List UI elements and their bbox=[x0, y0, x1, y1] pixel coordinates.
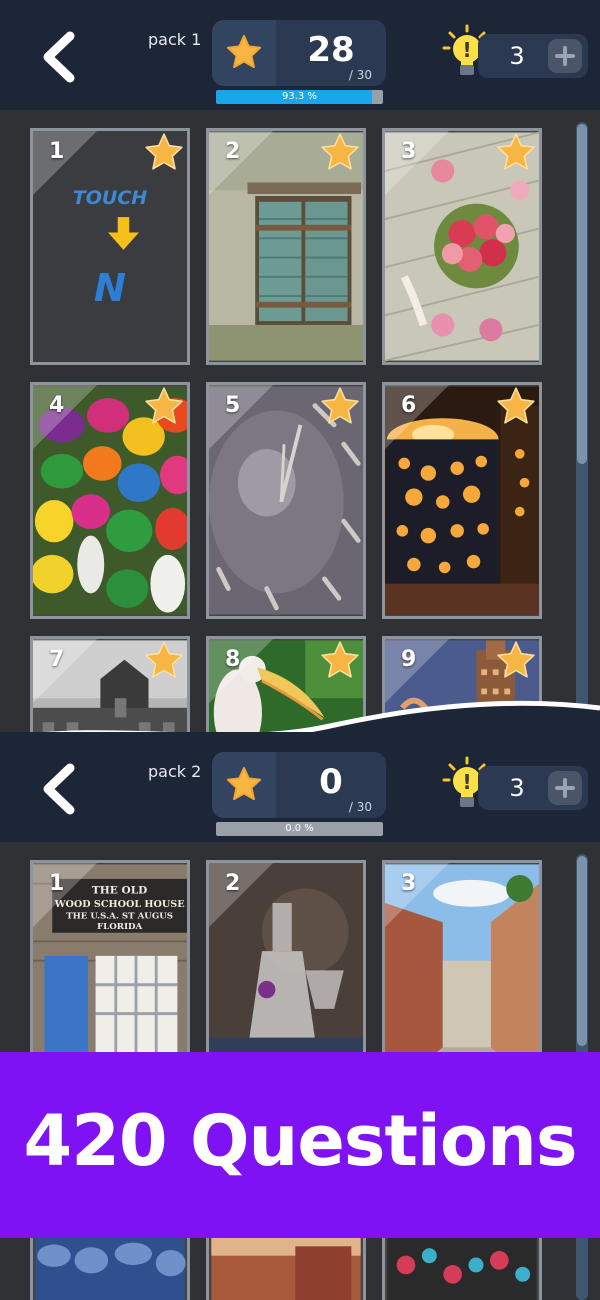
sign-line: THE OLD bbox=[92, 884, 147, 896]
progress-text: 0.0 % bbox=[285, 823, 314, 834]
tile-number: 1 bbox=[49, 139, 65, 164]
star-icon bbox=[497, 641, 535, 678]
tile-image bbox=[211, 1237, 361, 1300]
star-icon bbox=[145, 133, 183, 170]
star-icon bbox=[321, 387, 359, 424]
tile-corner bbox=[33, 131, 97, 195]
hint-count: 3 bbox=[509, 42, 525, 70]
progress-bar: 93.3 % bbox=[216, 90, 383, 104]
pack-header: pack 1 28 / 30 93.3 % ! 3 bbox=[0, 0, 600, 110]
tile-corner bbox=[33, 385, 97, 449]
hint-count: 3 bbox=[509, 774, 525, 802]
scroll-thumb[interactable] bbox=[577, 856, 587, 1046]
stars-counter: 28 / 30 bbox=[212, 20, 386, 86]
scrollbar[interactable] bbox=[576, 122, 588, 750]
pack-grid: N TOUCH 1 2 3 4 5 6 7 8 9 bbox=[0, 110, 600, 873]
svg-text:!: ! bbox=[462, 770, 471, 794]
level-tile[interactable] bbox=[30, 1234, 190, 1300]
tile-number: 6 bbox=[401, 393, 417, 418]
add-hints-button[interactable] bbox=[548, 771, 582, 805]
stars-total: / 30 bbox=[348, 800, 372, 814]
level-select-screen: pack 1 28 / 30 93.3 % ! 3 N TOUCH 1 2 3 … bbox=[0, 0, 600, 1300]
stars-earned: 0 bbox=[319, 762, 343, 802]
star-icon bbox=[145, 641, 183, 678]
level-tile[interactable]: 6 bbox=[382, 382, 542, 619]
stars-total: / 30 bbox=[348, 68, 372, 82]
star-icon bbox=[321, 133, 359, 170]
plus-icon bbox=[555, 778, 575, 798]
tile-number: 2 bbox=[225, 871, 241, 896]
level-tile[interactable] bbox=[206, 1234, 366, 1300]
tile-number: 3 bbox=[401, 139, 417, 164]
add-hints-button[interactable] bbox=[548, 39, 582, 73]
level-tile[interactable]: N TOUCH 1 bbox=[30, 128, 190, 365]
tile-number: 7 bbox=[49, 647, 65, 672]
tile-image bbox=[35, 1237, 186, 1300]
level-tile[interactable]: 5 bbox=[206, 382, 366, 619]
promo-banner: 420 Questions bbox=[0, 1052, 600, 1238]
back-chevron-icon[interactable] bbox=[36, 762, 80, 816]
progress-text: 93.3 % bbox=[282, 91, 317, 102]
svg-text:N: N bbox=[94, 266, 126, 311]
star-icon bbox=[321, 641, 359, 678]
tile-number: 4 bbox=[49, 393, 65, 418]
back-chevron-icon[interactable] bbox=[36, 30, 80, 84]
tile-corner bbox=[209, 863, 273, 927]
pack-label: pack 1 bbox=[148, 30, 202, 49]
level-tile[interactable]: 2 bbox=[206, 128, 366, 365]
tile-number: 5 bbox=[225, 393, 241, 418]
star-icon bbox=[212, 20, 276, 86]
stars-counter: 0 / 30 bbox=[212, 752, 386, 818]
stars-earned: 28 bbox=[307, 30, 355, 70]
tile-corner bbox=[209, 131, 273, 195]
tile-corner bbox=[385, 131, 449, 195]
pack-label: pack 2 bbox=[148, 762, 202, 781]
star-icon bbox=[497, 133, 535, 170]
svg-text:!: ! bbox=[462, 38, 471, 62]
pack-header: pack 2 0 / 30 0.0 % ! 3 bbox=[0, 732, 600, 842]
level-tile[interactable]: 4 bbox=[30, 382, 190, 619]
sign-line: FLORIDA bbox=[97, 922, 143, 932]
level-tile[interactable]: 3 bbox=[382, 128, 542, 365]
level-tile[interactable] bbox=[382, 1234, 542, 1300]
banner-text: 420 Questions bbox=[23, 1100, 577, 1182]
tile-corner bbox=[385, 385, 449, 449]
progress-bar: 0.0 % bbox=[216, 822, 383, 836]
tile-corner bbox=[209, 385, 273, 449]
tile-number: 2 bbox=[225, 139, 241, 164]
star-icon bbox=[212, 752, 276, 818]
tile-corner bbox=[385, 863, 449, 927]
tile-number: 3 bbox=[401, 871, 417, 896]
tile-image bbox=[387, 1237, 537, 1300]
scroll-thumb[interactable] bbox=[577, 124, 587, 464]
tile-number: 1 bbox=[49, 871, 65, 896]
hint-counter: 3 bbox=[478, 766, 588, 810]
hint-counter: 3 bbox=[478, 34, 588, 78]
star-icon bbox=[145, 387, 183, 424]
plus-icon bbox=[555, 46, 575, 66]
star-icon bbox=[497, 387, 535, 424]
tile-number: 9 bbox=[401, 647, 417, 672]
tile-corner bbox=[33, 863, 97, 927]
tile-number: 8 bbox=[225, 647, 241, 672]
